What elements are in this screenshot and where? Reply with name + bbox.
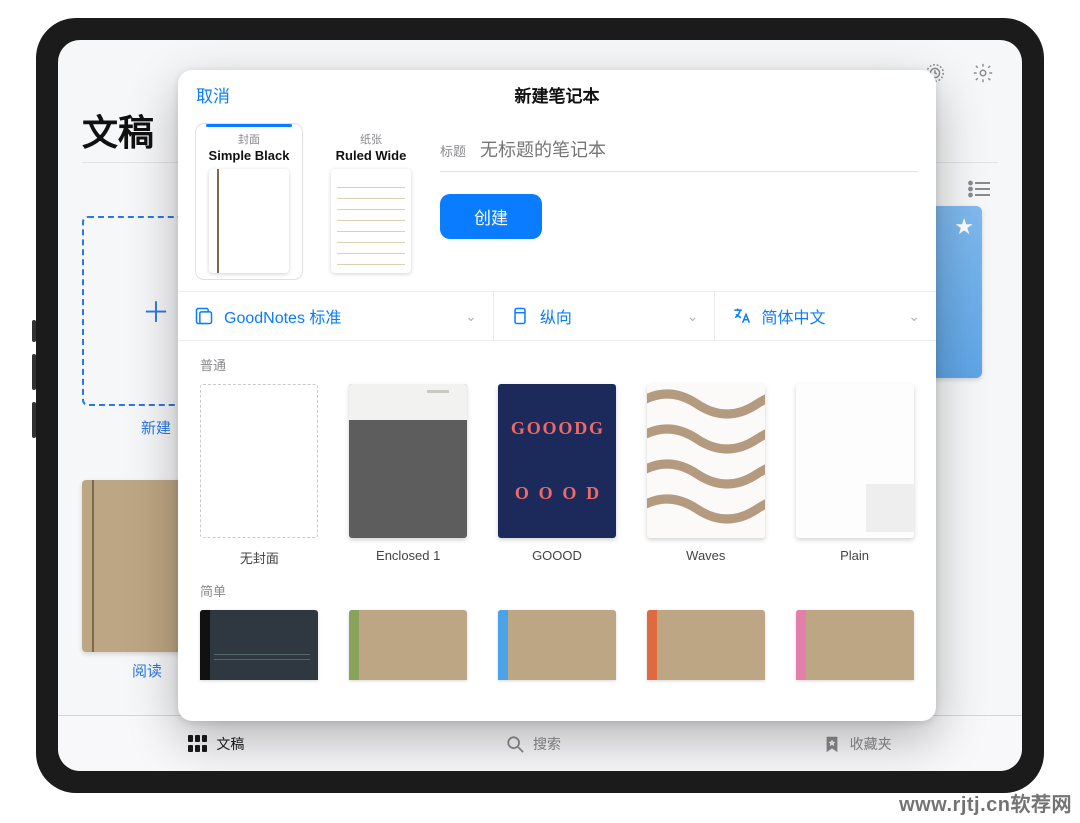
ipad-screen: 文稿 ＋ 新建 ★ 习 午 7:01 阅读 文稿 搜索	[58, 40, 1022, 771]
title-field-label: 标题	[440, 141, 466, 160]
language-dropdown-label: 简体中文	[761, 304, 825, 328]
simple-cover-icon	[796, 610, 914, 680]
ipad-frame: 文稿 ＋ 新建 ★ 习 午 7:01 阅读 文稿 搜索	[36, 18, 1044, 793]
simple-cover-icon	[498, 610, 616, 680]
orientation-dropdown-label: 纵向	[540, 304, 572, 328]
paper-thumb-icon	[331, 169, 411, 273]
chevron-down-icon: ⌄	[465, 308, 477, 325]
tab-docs-label: 文稿	[216, 734, 244, 754]
cover-tab-value: Simple Black	[196, 148, 302, 163]
simple-cover-icon	[349, 610, 467, 680]
new-notebook-modal: 取消 新建笔记本 封面 Simple Black 纸张 Ruled Wide	[178, 70, 936, 721]
tab-search-label: 搜索	[533, 734, 561, 754]
simple-cover-icon	[647, 610, 765, 680]
template-dropdown[interactable]: GoodNotes 标准 ⌄	[178, 292, 493, 340]
dropdown-row: GoodNotes 标准 ⌄ 纵向 ⌄ 简体中文 ⌄	[178, 291, 936, 341]
grid-icon	[188, 735, 208, 753]
paper-tab-value: Ruled Wide	[318, 148, 424, 163]
cover-label: 无封面	[196, 548, 323, 567]
cancel-button[interactable]: 取消	[196, 70, 230, 118]
cover-grid-simple	[196, 610, 918, 680]
title-input[interactable]	[480, 140, 918, 161]
create-button[interactable]: 创建	[440, 194, 542, 239]
cover-tab[interactable]: 封面 Simple Black	[196, 124, 302, 279]
cover-option-simple-5[interactable]	[791, 610, 918, 680]
cover-option-simple-4[interactable]	[642, 610, 769, 680]
modal-header: 取消 新建笔记本	[178, 70, 936, 118]
cover-grid-common: 无封面 Enclosed 1 GOOODGOOOD GOOOD	[196, 384, 918, 567]
cover-option-plain[interactable]: Plain	[791, 384, 918, 567]
cover-label: Waves	[642, 548, 769, 563]
cover-label: GOOOD	[494, 548, 621, 563]
paper-tab-caption: 纸张	[318, 131, 424, 147]
cover-option-none[interactable]: 无封面	[196, 384, 323, 567]
cover-option-simple-2[interactable]	[345, 610, 472, 680]
simple-cover-icon	[200, 610, 318, 680]
tab-search[interactable]: 搜索	[505, 734, 561, 754]
cover-option-simple-3[interactable]	[494, 610, 621, 680]
modal-title: 新建笔记本	[515, 82, 600, 107]
orientation-dropdown[interactable]: 纵向 ⌄	[493, 292, 715, 340]
chevron-down-icon: ⌄	[908, 308, 920, 325]
template-dropdown-label: GoodNotes 标准	[224, 304, 341, 328]
bottom-tabbar: 文稿 搜索 收藏夹	[58, 715, 1022, 771]
template-icon	[194, 306, 214, 326]
cover-scroll-area[interactable]: 普通 无封面 Enclosed 1 GOOODGOOOD GOOOD	[178, 341, 936, 721]
language-icon	[731, 306, 751, 326]
waves-cover-icon	[647, 384, 765, 538]
chevron-down-icon: ⌄	[687, 308, 699, 325]
cover-label: Enclosed 1	[345, 548, 472, 563]
watermark: www.rjtj.cn软荐网	[899, 788, 1072, 817]
tab-docs[interactable]: 文稿	[188, 734, 244, 754]
paper-tab[interactable]: 纸张 Ruled Wide	[318, 124, 424, 273]
section-simple-title: 简单	[200, 581, 918, 600]
enclosed-cover-icon	[349, 384, 467, 538]
plain-cover-icon	[796, 384, 914, 538]
config-row: 封面 Simple Black 纸张 Ruled Wide 标题 创建	[178, 118, 936, 291]
gear-icon[interactable]	[972, 62, 994, 84]
cover-tab-caption: 封面	[196, 131, 302, 147]
cover-option-enclosed1[interactable]: Enclosed 1	[345, 384, 472, 567]
no-cover-icon	[200, 384, 318, 538]
star-icon: ★	[954, 214, 974, 240]
bookmark-star-icon	[822, 735, 842, 753]
section-common-title: 普通	[200, 355, 918, 374]
tab-favorites[interactable]: 收藏夹	[822, 734, 892, 754]
orientation-icon	[510, 306, 530, 326]
page-title: 文稿	[82, 104, 154, 156]
tab-favorites-label: 收藏夹	[850, 734, 892, 754]
cover-option-goood[interactable]: GOOODGOOOD GOOOD	[494, 384, 621, 567]
cover-thumb-icon	[209, 169, 289, 273]
cover-option-waves[interactable]: Waves	[642, 384, 769, 567]
list-view-icon[interactable]	[968, 180, 992, 198]
cover-label: Plain	[791, 548, 918, 563]
language-dropdown[interactable]: 简体中文 ⌄	[714, 292, 936, 340]
goood-cover-icon: GOOODGOOOD	[498, 384, 616, 538]
cover-option-simple-1[interactable]	[196, 610, 323, 680]
search-icon	[505, 735, 525, 753]
